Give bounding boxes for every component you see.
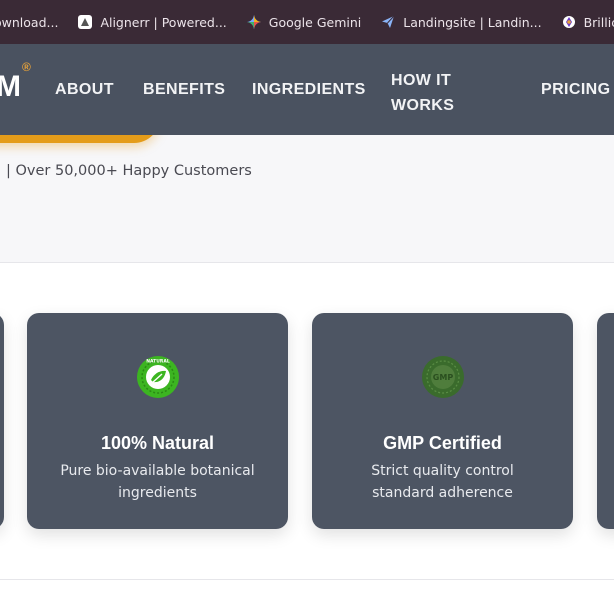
natural-badge-icon: NATURAL	[136, 355, 180, 399]
bookmark-label: Brillica Services L	[583, 14, 614, 30]
nav-about[interactable]: ABOUT	[55, 81, 114, 99]
bookmarks-bar: ownload... Alignerr | Powered... Google …	[0, 0, 614, 44]
feature-card-partial	[0, 313, 4, 529]
card-title: 100% Natural	[100, 433, 215, 453]
card-description: Strict quality control standard adherenc…	[371, 463, 514, 501]
nav-benefits[interactable]: BENEFITS	[143, 81, 225, 99]
nav-ingredients[interactable]: INGREDIENTS	[252, 81, 366, 99]
section-divider	[0, 579, 614, 580]
bookmark-label: Alignerr | Powered...	[100, 14, 227, 30]
card-description: Pure bio-available botanical ingredients	[60, 463, 255, 501]
bookmark-gemini[interactable]: Google Gemini	[246, 14, 362, 30]
badge-text: NATURAL	[146, 359, 170, 365]
paper-plane-icon	[381, 15, 395, 29]
bookmark-landingsite[interactable]: Landingsite | Landin...	[381, 14, 542, 30]
registered-mark: ®	[22, 60, 31, 74]
hero-section: | Over 50,000+ Happy Customers	[0, 135, 614, 263]
nav-pricing[interactable]: PRICING	[541, 81, 610, 99]
brillica-icon	[562, 15, 576, 29]
card-title: GMP Certified	[383, 433, 502, 453]
bookmark-label: Landingsite | Landin...	[403, 14, 542, 30]
gmp-badge-icon: GMP	[421, 355, 465, 399]
bookmark-label: ownload...	[0, 14, 59, 30]
site-logo[interactable]: M®	[0, 60, 31, 104]
hero-tagline: | Over 50,000+ Happy Customers	[6, 163, 252, 179]
hero-cta-button[interactable]	[0, 135, 160, 143]
bookmark-alignerr[interactable]: Alignerr | Powered...	[78, 14, 227, 30]
gemini-icon	[246, 15, 261, 29]
feature-card-partial	[597, 313, 614, 529]
nav-how-it-works[interactable]: HOW IT WORKS	[391, 68, 461, 118]
bookmark-brillica[interactable]: Brillica Services L	[562, 15, 614, 30]
feature-card-gmp: GMP GMP Certified Strict quality control…	[312, 313, 573, 529]
feature-card-natural: NATURAL 100% Natural Pure bio-available …	[27, 313, 288, 529]
site-header: M® ABOUT BENEFITS INGREDIENTS HOW IT WOR…	[0, 44, 614, 135]
badge-text: GMP	[432, 373, 453, 382]
alignerr-icon	[78, 15, 93, 29]
bookmark-download[interactable]: ownload...	[0, 15, 58, 30]
bookmark-label: Google Gemini	[268, 14, 362, 30]
logo-text: M	[0, 70, 21, 103]
